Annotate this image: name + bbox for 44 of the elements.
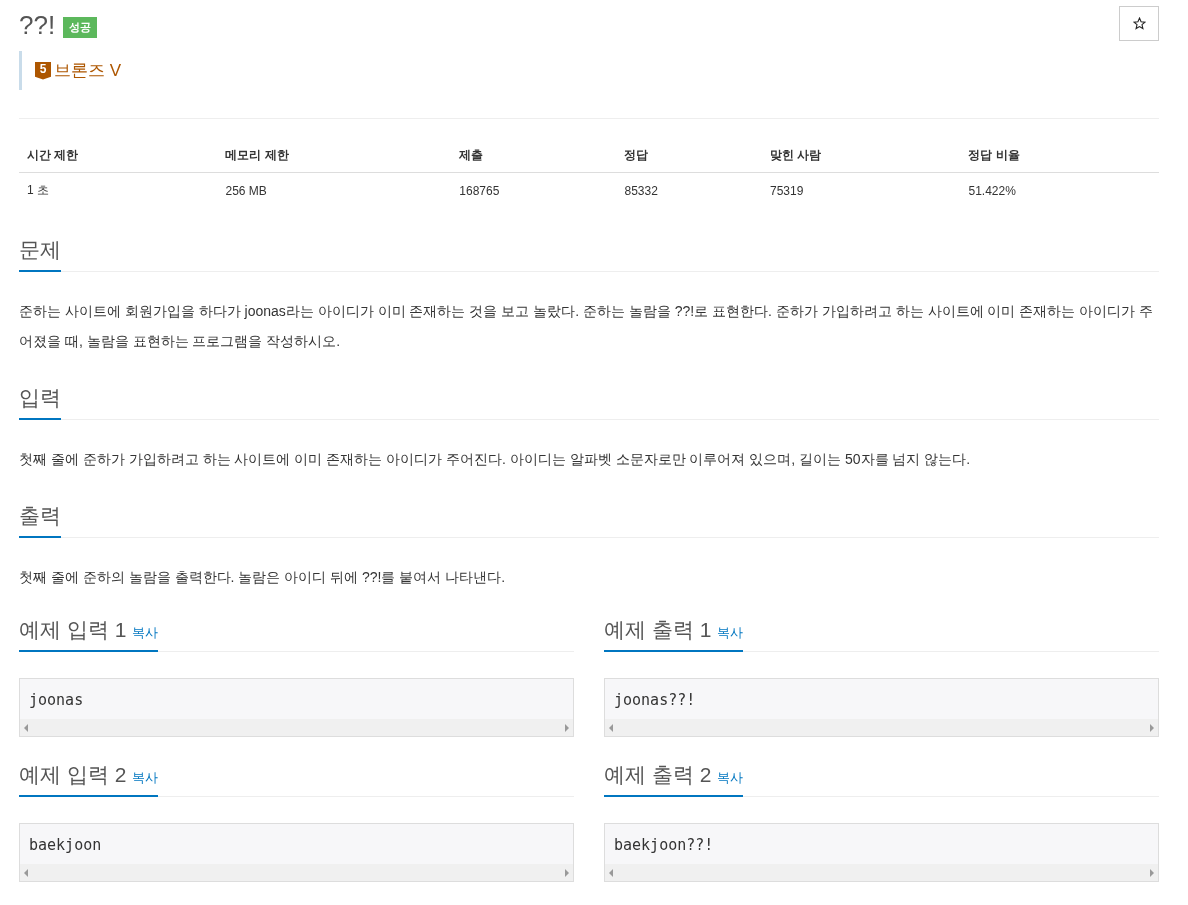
column-header: 정답 비율: [960, 139, 1159, 173]
sample-heading: 예제 출력 1: [604, 618, 712, 641]
problem-title: ??!: [19, 10, 56, 41]
scroll-left-icon[interactable]: [609, 723, 613, 732]
scroll-left-icon[interactable]: [24, 868, 28, 877]
tier-label: 브론즈 V: [54, 60, 122, 82]
table-cell: 51.422%: [960, 172, 1159, 208]
sample-heading: 예제 입력 1: [19, 618, 127, 641]
table-cell: 256 MB: [217, 172, 452, 208]
scroll-right-icon[interactable]: [1150, 868, 1154, 877]
copy-link[interactable]: 복사: [132, 770, 159, 785]
scroll-right-icon[interactable]: [1150, 723, 1154, 732]
column-header: 메모리 제한: [217, 139, 452, 173]
scroll-left-icon[interactable]: [24, 723, 28, 732]
sample-input-text: baekjoon: [28, 835, 103, 856]
sample-heading: 예제 입력 2: [19, 763, 127, 786]
column-header: 정답: [616, 139, 762, 173]
section-heading: 입력: [19, 384, 61, 420]
table-cell: 168765: [451, 172, 617, 208]
result-badge: 성공: [63, 17, 98, 38]
sample-input-text: joonas: [28, 690, 85, 711]
table-cell: 85332: [616, 172, 762, 208]
sample-output-text: joonas??!: [613, 690, 697, 711]
tier-badge-icon: 5: [35, 61, 51, 80]
sample-output-text: baekjoon??!: [613, 835, 715, 856]
copy-link[interactable]: 복사: [717, 625, 744, 640]
star-icon: [1132, 17, 1146, 30]
column-header: 제출: [451, 139, 617, 173]
section-text: 첫째 줄에 준하가 가입하려고 하는 사이트에 이미 존재하는 아이디가 주어진다. 아이디는 알파벳 소문자로만 이루어져 있으며, 길이는 50자를 넘지 않는다.: [19, 450, 972, 469]
section-heading: 문제: [19, 236, 61, 272]
scroll-right-icon[interactable]: [565, 723, 569, 732]
section-text: 준하는 사이트에 회원가입을 하다가 joonas라는 아이디가 이미 존재하는 것을 보고 놀랐다. 준하는 놀람을 ??!로 표현한다. 준하가 가입하려고 하는 사이트에 이미 존재하는 아이디가 주어졌을 때, 놀람을 표현하는 프로그램을 작성하시오.: [19, 302, 1155, 351]
sample-heading: 예제 출력 2: [604, 763, 712, 786]
copy-link[interactable]: 복사: [132, 625, 159, 640]
column-header: 시간 제한: [19, 139, 218, 173]
table-cell: 1 초: [19, 172, 218, 208]
section-heading: 출력: [19, 502, 61, 538]
scroll-left-icon[interactable]: [609, 868, 613, 877]
column-header: 맞힌 사람: [762, 139, 961, 173]
table-cell: 75319: [762, 172, 961, 208]
copy-link[interactable]: 복사: [717, 770, 744, 785]
scroll-right-icon[interactable]: [565, 868, 569, 877]
section-text: 첫째 줄에 준하의 놀람을 출력한다. 놀람은 아이디 뒤에 ??!를 붙여서 나타낸다.: [19, 568, 507, 587]
star-button[interactable]: [1119, 6, 1159, 41]
